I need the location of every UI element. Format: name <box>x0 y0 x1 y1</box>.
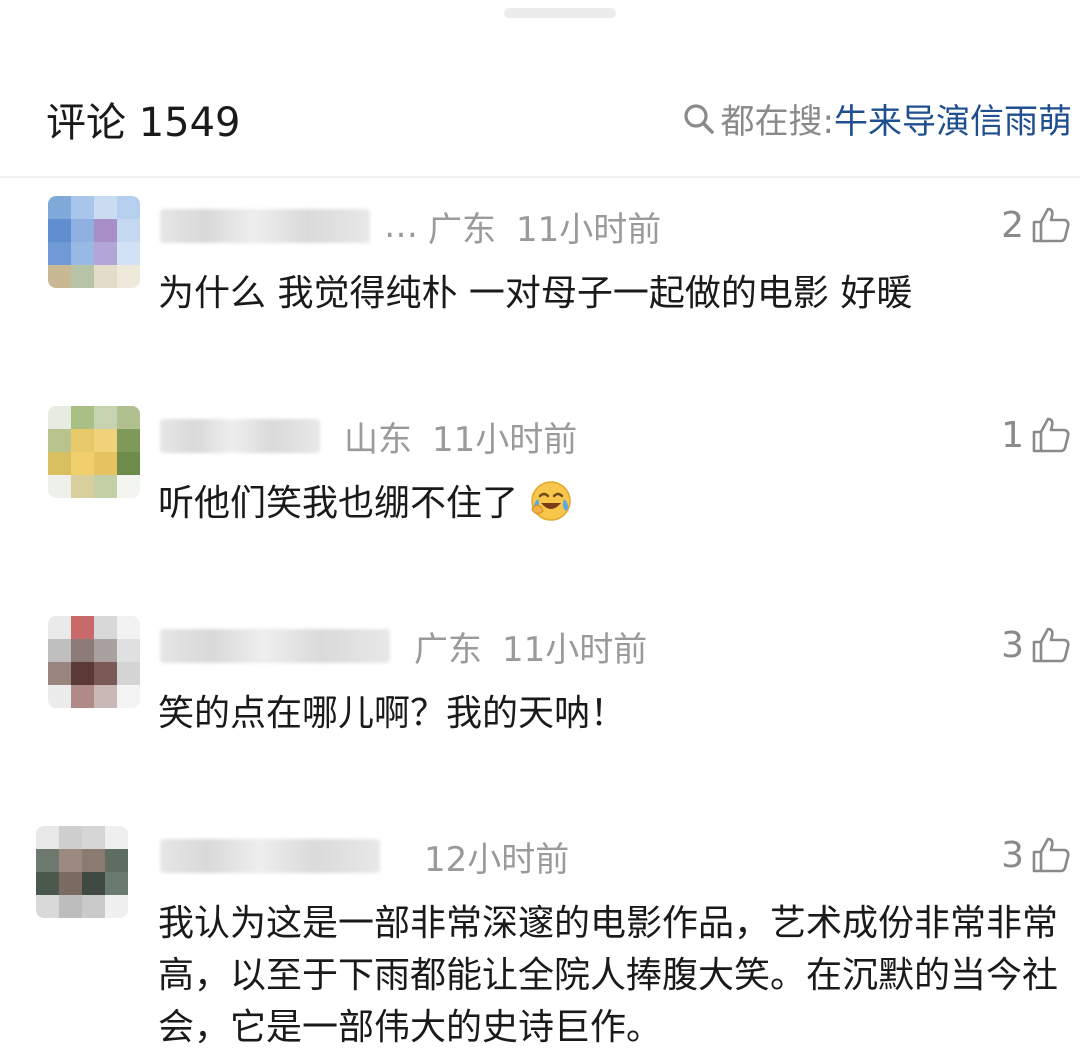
comment-meta: 广东 11小时前 <box>160 622 647 670</box>
username-suffix: … <box>384 206 418 246</box>
like-count: 3 <box>1001 834 1024 876</box>
comment-location: 山东 <box>344 419 412 460</box>
like-button[interactable]: 2 <box>1001 204 1072 246</box>
like-count: 2 <box>1001 204 1024 246</box>
comment-sheet: 评论 1549 都在搜: 牛来导演信雨萌 … 广东 11小时前 2 为什么 我觉… <box>0 0 1080 1064</box>
comment-meta: … 广东 11小时前 <box>160 202 661 250</box>
like-button[interactable]: 1 <box>1001 414 1072 456</box>
thumb-up-icon <box>1032 417 1070 453</box>
username-blurred[interactable] <box>160 419 320 453</box>
username-blurred[interactable] <box>160 629 390 663</box>
comment-text: 听他们笑我也绷不住了 <box>158 483 519 524</box>
comment-time: 11小时前 <box>516 209 662 250</box>
comment-time: 12小时前 <box>424 839 570 880</box>
search-icon <box>683 103 714 134</box>
header-divider <box>0 176 1080 178</box>
comments-title: 评论 1549 <box>46 100 241 146</box>
comment-text: 笑的点在哪儿啊？我的天呐！ <box>158 693 627 734</box>
comment-time: 11小时前 <box>432 419 578 460</box>
thumb-up-icon <box>1032 207 1070 243</box>
thumb-up-icon <box>1032 837 1070 873</box>
like-count: 3 <box>1001 624 1024 666</box>
avatar[interactable] <box>48 406 140 498</box>
username-blurred[interactable] <box>160 839 380 873</box>
search-term[interactable]: 牛来导演信雨萌 <box>834 94 1072 143</box>
comment-body: 听他们笑我也绷不住了 <box>158 478 1058 530</box>
comment-meta: 山东 11小时前 <box>160 412 577 460</box>
like-button[interactable]: 3 <box>1001 834 1072 876</box>
trending-search-link[interactable]: 都在搜: 牛来导演信雨萌 <box>681 94 1072 143</box>
like-count: 1 <box>1001 414 1024 456</box>
laugh-cry-emoji-icon <box>531 481 572 521</box>
like-button[interactable]: 3 <box>1001 624 1072 666</box>
comment-text: 为什么 我觉得纯朴 一对母子一起做的电影 好暖 <box>158 273 913 314</box>
thumb-up-icon <box>1032 627 1070 663</box>
comment-item: 12小时前 3 我认为这是一部非常深邃的电影作品，艺术成份非常非常高，以至于下雨… <box>0 826 1080 1064</box>
sheet-grab-handle[interactable] <box>504 8 616 18</box>
avatar[interactable] <box>48 616 140 708</box>
comments-header: 评论 1549 都在搜: 牛来导演信雨萌 <box>0 76 1080 156</box>
comment-item: … 广东 11小时前 2 为什么 我觉得纯朴 一对母子一起做的电影 好暖 <box>0 196 1080 386</box>
search-prefix: 都在搜: <box>720 102 834 142</box>
comment-meta: 12小时前 <box>160 832 569 880</box>
comment-text: 我认为这是一部非常深邃的电影作品，艺术成份非常非常高，以至于下雨都能让全院人捧腹… <box>158 903 1059 1048</box>
comment-item: 广东 11小时前 3 笑的点在哪儿啊？我的天呐！ <box>0 616 1080 806</box>
comment-location: 广东 <box>414 629 482 670</box>
avatar[interactable] <box>48 196 140 288</box>
avatar[interactable] <box>36 826 128 918</box>
username-blurred[interactable] <box>160 209 370 243</box>
comment-location: 广东 <box>428 209 496 250</box>
comment-item: 山东 11小时前 1 听他们笑我也绷不住了 <box>0 406 1080 596</box>
comment-time: 11小时前 <box>502 629 648 670</box>
